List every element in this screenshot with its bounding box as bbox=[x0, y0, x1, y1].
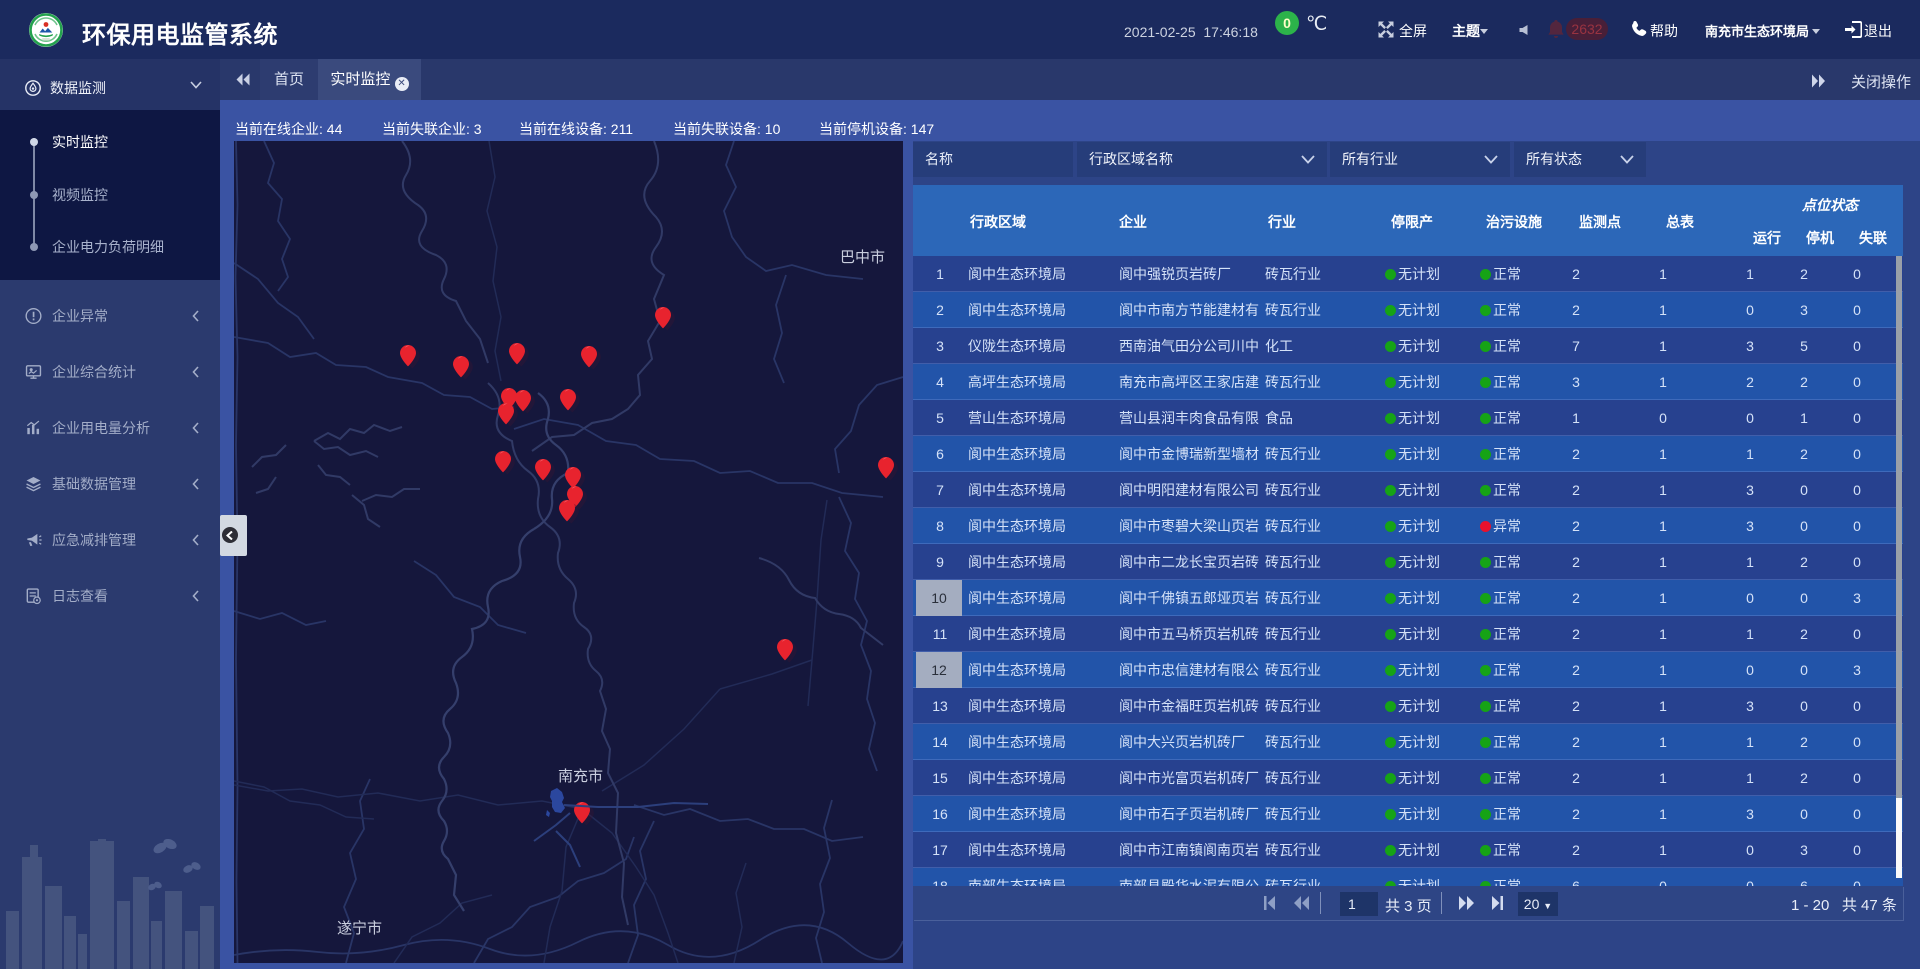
svg-text:南充市: 南充市 bbox=[558, 768, 603, 785]
svg-text:遂宁市: 遂宁市 bbox=[337, 920, 382, 937]
svg-text:巴中市: 巴中市 bbox=[840, 249, 885, 266]
